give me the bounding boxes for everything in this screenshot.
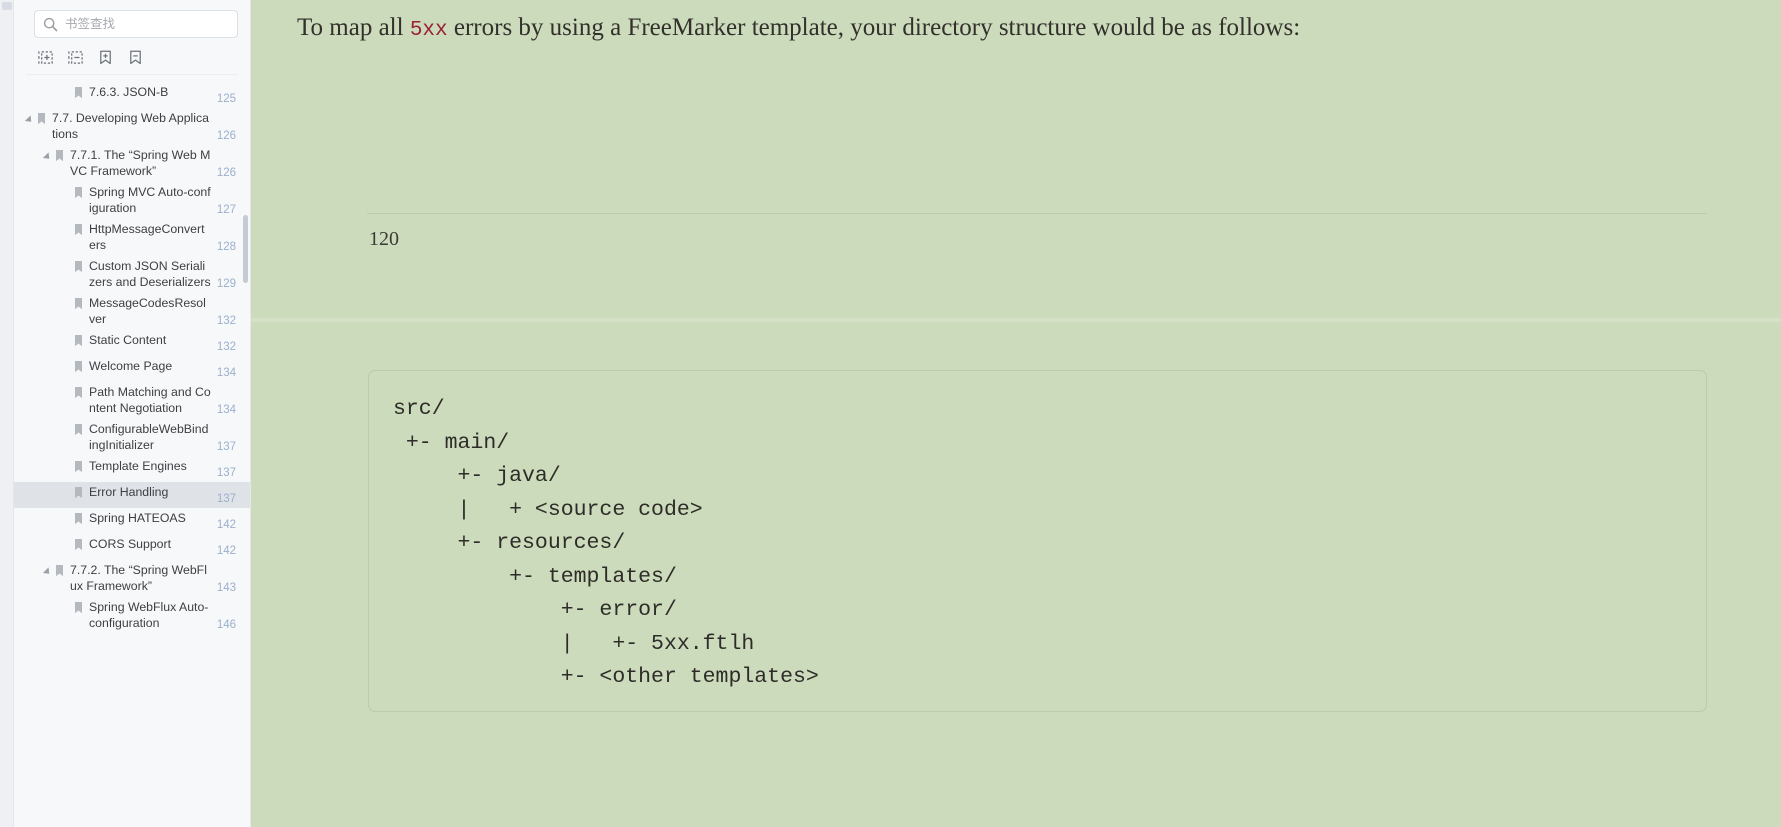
bookmark-item-label: Spring WebFlux Auto-configuration <box>89 600 209 630</box>
bookmark-icon <box>36 112 48 128</box>
rail-tab-handle[interactable] <box>2 2 12 10</box>
paragraph-text-before: To map all <box>297 14 410 41</box>
bookmark-tree-item[interactable]: Spring MVC Auto-configuration 127 <box>14 182 250 219</box>
bookmark-tree-item[interactable]: Path Matching and Content Negotiation 134 <box>14 382 250 419</box>
bookmark-icon <box>54 564 66 580</box>
tree-expander-icon[interactable] <box>42 564 53 580</box>
bookmark-tree-item[interactable]: 7.7.2. The “Spring WebFlux Framework” 143 <box>14 560 250 597</box>
bookmark-item-label: HttpMessageConverters <box>89 222 205 252</box>
bookmark-icon <box>73 186 85 202</box>
bookmark-icon <box>73 538 85 554</box>
pdf-page-121: src/ +- main/ +- java/ | + <source code>… <box>251 322 1781 827</box>
bookmark-item-label: Custom JSON Serializers and Deserializer… <box>89 259 211 289</box>
bookmark-item-label: CORS Support <box>89 537 172 551</box>
bookmark-item-label: Error Handling <box>89 485 169 499</box>
bookmark-item-label: Path Matching and Content Negotiation <box>89 385 211 415</box>
bookmark-tree-item[interactable]: Template Engines 137 <box>14 456 250 482</box>
add-bookmark-icon <box>97 49 114 66</box>
bookmark-item-label: ConfigurableWebBindingInitializer <box>89 422 209 452</box>
bookmark-tree-item[interactable]: Spring HATEOAS 142 <box>14 508 250 534</box>
bookmark-item-label: Spring HATEOAS <box>89 511 186 525</box>
bookmark-tree-item[interactable]: Welcome Page 134 <box>14 356 250 382</box>
bookmark-item-label: 7.7. Developing Web Applications <box>52 111 210 141</box>
bookmark-item-label: 7.7.2. The “Spring WebFlux Framework” <box>70 563 207 593</box>
bookmark-icon <box>73 260 85 276</box>
bookmark-icon <box>73 360 85 376</box>
bookmark-tree-item[interactable]: Custom JSON Serializers and Deserializer… <box>14 256 250 293</box>
paragraph-text-after: errors by using a FreeMarker template, y… <box>447 14 1301 41</box>
bookmark-item-label: 7.7.1. The “Spring Web MVC Framework” <box>70 148 211 178</box>
app-root: 7.6.3. JSON-B1257.7. Developing Web Appl… <box>0 0 1781 827</box>
bookmark-tree-item[interactable]: 7.6.3. JSON-B 125 <box>14 82 250 108</box>
bookmark-item-label: Welcome Page <box>89 359 173 373</box>
search-container <box>14 0 250 38</box>
expand-all-button[interactable] <box>34 47 56 67</box>
sidebar-scrollbar-thumb[interactable] <box>243 215 248 283</box>
bookmark-icon <box>73 297 85 313</box>
bookmark-tree-item[interactable]: MessageCodesResolver 132 <box>14 293 250 330</box>
bookmark-item-label: 7.6.3. JSON-B <box>89 85 169 99</box>
bookmark-tree: 7.6.3. JSON-B 125 7.7. Developing Web Appl… <box>14 75 250 827</box>
left-rail <box>0 0 14 827</box>
bookmark-item-label: Static Content <box>89 333 167 347</box>
sidebar-toolbar <box>26 41 238 75</box>
tree-expander-icon[interactable] <box>24 112 35 128</box>
bookmark-tree-item[interactable]: CORS Support 142 <box>14 534 250 560</box>
bookmark-icon <box>73 512 85 528</box>
page-paragraph: To map all 5xx errors by using a FreeMar… <box>251 0 1781 48</box>
remove-bookmark-icon <box>127 49 144 66</box>
bookmark-tree-item[interactable]: ConfigurableWebBindingInitializer 137 <box>14 419 250 456</box>
bookmark-tree-item[interactable]: Spring WebFlux Auto-configuration 146 <box>14 597 250 634</box>
bookmark-icon <box>73 423 85 439</box>
bookmark-icon <box>73 86 85 102</box>
bookmark-icon <box>73 386 85 402</box>
bookmark-tree-item[interactable]: 7.7. Developing Web Applications 126 <box>14 108 250 145</box>
search-box[interactable] <box>34 10 238 38</box>
page-footer-number: 120 <box>369 228 399 250</box>
pdf-viewer: To map all 5xx errors by using a FreeMar… <box>251 0 1781 827</box>
bookmark-tree-item[interactable]: Static Content 132 <box>14 330 250 356</box>
search-icon <box>43 17 58 32</box>
bookmark-item-label: MessageCodesResolver <box>89 296 206 326</box>
collapse-all-icon <box>67 49 84 66</box>
bookmark-item-label: Spring MVC Auto-configuration <box>89 185 211 215</box>
expand-all-icon <box>37 49 54 66</box>
directory-structure-codeblock: src/ +- main/ +- java/ | + <source code>… <box>368 370 1707 712</box>
bookmark-icon <box>73 486 85 502</box>
bookmark-tree-item[interactable]: Error Handling 137 <box>14 482 250 508</box>
page-footer-rule <box>367 213 1707 214</box>
bookmark-sidebar: 7.6.3. JSON-B1257.7. Developing Web Appl… <box>14 0 251 827</box>
bookmark-icon <box>73 223 85 239</box>
bookmark-icon <box>73 334 85 350</box>
bookmark-item-label: Template Engines <box>89 459 187 473</box>
pdf-page-120: To map all 5xx errors by using a FreeMar… <box>251 0 1781 318</box>
bookmark-icon <box>54 149 66 165</box>
bookmark-icon <box>73 460 85 476</box>
add-bookmark-button[interactable] <box>94 47 116 67</box>
inline-code-5xx: 5xx <box>409 19 448 42</box>
tree-expander-icon[interactable] <box>42 149 53 165</box>
search-input[interactable] <box>65 11 229 37</box>
sidebar-scrollbar-track[interactable] <box>241 0 250 827</box>
bookmark-icon <box>73 601 85 617</box>
bookmark-tree-item[interactable]: 7.7.1. The “Spring Web MVC Framework” 126 <box>14 145 250 182</box>
collapse-all-button[interactable] <box>64 47 86 67</box>
remove-bookmark-button[interactable] <box>124 47 146 67</box>
directory-structure-code: src/ +- main/ +- java/ | + <source code>… <box>393 397 819 689</box>
bookmark-tree-item[interactable]: HttpMessageConverters 128 <box>14 219 250 256</box>
